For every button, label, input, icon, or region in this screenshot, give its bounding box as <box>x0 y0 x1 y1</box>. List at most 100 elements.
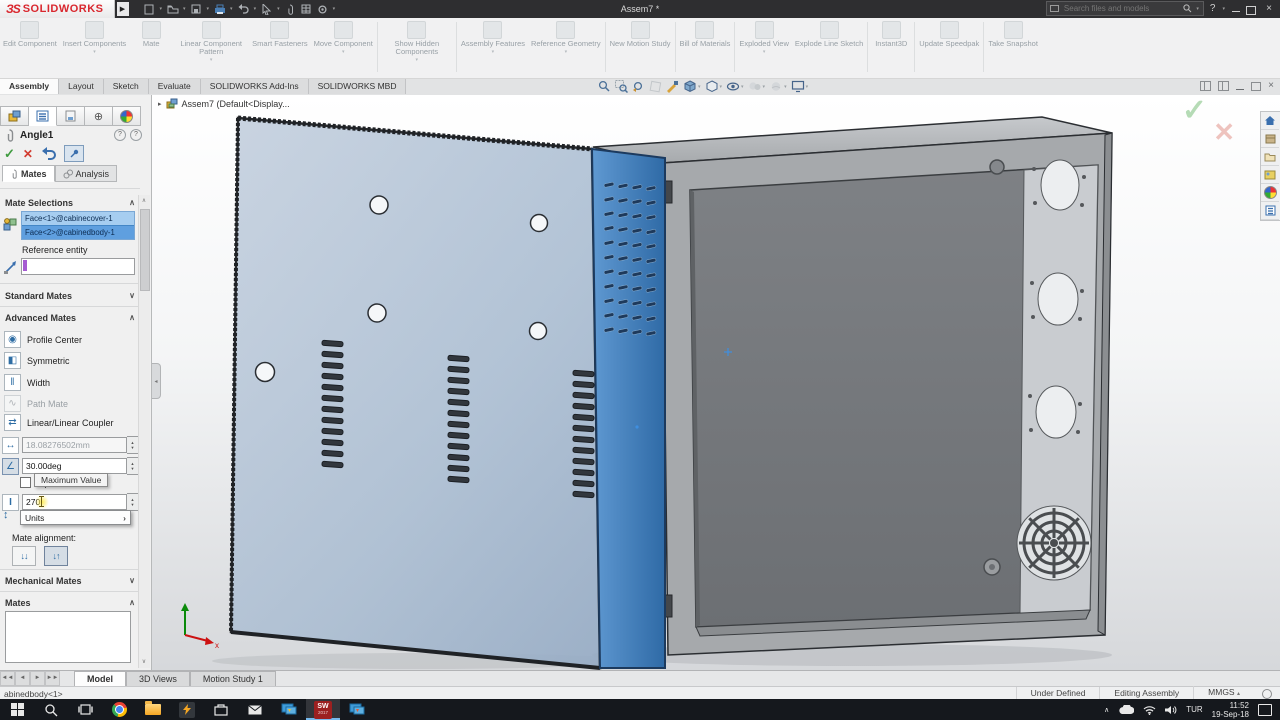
analysis-subtab[interactable]: Analysis <box>55 165 118 182</box>
aligned-button[interactable]: ↓↓ <box>12 546 36 566</box>
task-view-icon[interactable] <box>68 699 102 720</box>
feature-tree-root[interactable]: ▸ Assem7 (Default<Display... <box>158 98 290 109</box>
taskbar-search-icon[interactable] <box>34 699 68 720</box>
cabinet-cover[interactable] <box>231 118 665 668</box>
cancel-button[interactable]: ✕ <box>23 147 33 161</box>
symmetric-mate-button[interactable]: ◧Symmetric <box>4 352 70 369</box>
help-icon[interactable]: ? <box>130 129 142 141</box>
mechanical-mates-header[interactable]: Mechanical Mates∨ <box>5 576 135 586</box>
open-document-icon[interactable] <box>166 3 179 15</box>
design-library-icon[interactable] <box>1261 130 1279 148</box>
tab-solidworks-add-ins[interactable]: SOLIDWORKS Add-Ins <box>201 79 309 94</box>
attachment-icon[interactable] <box>284 3 297 15</box>
tree-expand-arrow[interactable]: ▸ <box>158 100 162 108</box>
ribbon-button-assembly-features[interactable]: Assembly Features▾ <box>458 20 528 56</box>
anti-aligned-button[interactable]: ↓↑ <box>44 546 68 566</box>
cover-panel-face[interactable] <box>231 118 600 668</box>
appearances-icon[interactable] <box>1261 184 1279 202</box>
mates-subtab[interactable]: Mates <box>2 165 55 182</box>
panel-scrollbar[interactable]: ∧ ∨ <box>138 195 150 668</box>
undo-button[interactable] <box>41 147 56 160</box>
ribbon-button-exploded-view[interactable]: Exploded View▾ <box>736 20 791 56</box>
ribbon-button-smart-fasteners[interactable]: Smart Fasteners <box>249 20 310 56</box>
tab-solidworks-mbd[interactable]: SOLIDWORKS MBD <box>309 79 407 94</box>
display-style-icon[interactable]: ▾ <box>705 80 723 93</box>
mate-selection-item[interactable]: Face<2>@cabinedbody-1 <box>22 225 134 239</box>
volume-icon[interactable] <box>1165 705 1177 715</box>
panel-scrollbar-thumb[interactable] <box>140 209 150 291</box>
print-icon[interactable] <box>213 3 226 15</box>
mates-list-header[interactable]: Mates∧ <box>5 598 135 608</box>
graphics-viewport[interactable]: x ▸ Assem7 (Default<Display... ✓ ✕ ◂ <box>152 95 1280 670</box>
path-mate-button[interactable]: ∿Path Mate <box>4 395 68 412</box>
zoom-to-area-icon[interactable] <box>615 80 628 93</box>
lightning-app-icon[interactable] <box>170 699 204 720</box>
configurationmanager-tab[interactable] <box>57 106 85 126</box>
advanced-mates-header[interactable]: Advanced Mates∧ <box>5 313 135 323</box>
select-cursor-icon[interactable] <box>260 3 273 15</box>
ribbon-button-take-snapshot[interactable]: Take Snapshot <box>985 20 1041 56</box>
ribbon-button-new-motion-study[interactable]: New Motion Study <box>607 20 674 56</box>
flip-checkbox[interactable] <box>20 477 31 488</box>
ribbon-button-instant3d[interactable]: Instant3D <box>869 20 913 56</box>
view-settings-icon[interactable]: ▾ <box>791 80 809 93</box>
confirm-ok-icon[interactable]: ✓ <box>1182 95 1207 128</box>
tab-nav-next-icon[interactable]: ► <box>30 671 45 686</box>
search-input[interactable] <box>1062 3 1180 14</box>
tab-nav-first-icon[interactable]: ◄◄ <box>0 671 15 686</box>
dimxpertmanager-tab[interactable]: ⊕ <box>85 106 113 126</box>
reference-entity-input[interactable] <box>21 258 135 275</box>
ribbon-button-move-component[interactable]: Move Component▾ <box>311 20 376 56</box>
profile-center-mate-button[interactable]: ◉Profile Center <box>4 331 82 348</box>
help-button[interactable]: ? <box>1210 2 1216 16</box>
home-icon[interactable] <box>1261 112 1279 130</box>
ribbon-button-edit-component[interactable]: Edit Component <box>0 20 60 56</box>
custom-properties-icon[interactable] <box>1261 202 1279 220</box>
linear-coupler-mate-button[interactable]: ⇄Linear/Linear Coupler <box>4 414 114 431</box>
view-orientation-icon[interactable]: ▾ <box>683 80 701 93</box>
taskbar-clock[interactable]: 11:5219-Sep-18 <box>1212 701 1249 719</box>
pane-close-icon[interactable]: × <box>1268 81 1274 91</box>
propertymanager-tab[interactable] <box>29 106 57 126</box>
file-explorer-taskbar-icon[interactable] <box>136 699 170 720</box>
mail-icon[interactable] <box>238 699 272 720</box>
annotation-view-icon[interactable] <box>666 80 679 93</box>
settings-gear-icon[interactable] <box>316 3 329 15</box>
close-button[interactable]: × <box>1262 3 1276 14</box>
mate-selection-item[interactable]: Face<1>@cabinecover-1 <box>22 212 134 225</box>
tab-assembly[interactable]: Assembly <box>0 79 59 94</box>
previous-view-icon[interactable] <box>632 80 645 93</box>
status-globe-icon[interactable] <box>1262 689 1272 699</box>
model-tab[interactable]: Model <box>74 671 126 687</box>
distance-field[interactable]: 18.08276502mm <box>22 437 127 453</box>
pane-minimize-icon[interactable] <box>1236 89 1244 90</box>
displaymanager-tab[interactable] <box>113 106 141 126</box>
zoom-to-fit-icon[interactable] <box>598 80 611 93</box>
solidworks-taskbar-icon[interactable]: SW2017 <box>306 699 340 720</box>
split-pane-right-icon[interactable] <box>1218 81 1229 91</box>
action-center-icon[interactable] <box>1258 704 1272 716</box>
keyboard-locale[interactable]: TUR <box>1186 705 1202 714</box>
microsoft-store-icon[interactable] <box>204 699 238 720</box>
confirm-cancel-icon[interactable]: ✕ <box>1213 117 1235 148</box>
wifi-icon[interactable] <box>1143 705 1156 715</box>
featuremanager-tab[interactable] <box>0 106 29 126</box>
minimize-button[interactable] <box>1232 11 1240 12</box>
tab-nav-last-icon[interactable]: ►► <box>45 671 60 686</box>
pane-restore-icon[interactable] <box>1251 82 1261 91</box>
ribbon-button-reference-geometry[interactable]: Reference Geometry▾ <box>528 20 604 56</box>
angle-field[interactable]: 30.00deg <box>22 458 127 474</box>
tray-expand-icon[interactable]: ∧ <box>1104 706 1109 714</box>
ribbon-button-mate[interactable]: Mate <box>129 20 173 56</box>
width-mate-button[interactable]: ‖Width <box>4 374 50 391</box>
split-pane-left-icon[interactable] <box>1200 81 1211 91</box>
tab-layout[interactable]: Layout <box>59 79 104 94</box>
maximum-value-field[interactable]: 270 <box>22 494 127 510</box>
pin-button[interactable] <box>64 145 84 162</box>
tab-evaluate[interactable]: Evaluate <box>149 79 201 94</box>
standard-mates-header[interactable]: Standard Mates∨ <box>5 291 135 301</box>
motion-study-tab[interactable]: Motion Study 1 <box>190 671 276 687</box>
ok-button[interactable]: ✓ <box>4 146 15 162</box>
cover-selected-face[interactable] <box>592 149 665 668</box>
mate-selections-header[interactable]: Mate Selections∧ <box>5 198 135 208</box>
